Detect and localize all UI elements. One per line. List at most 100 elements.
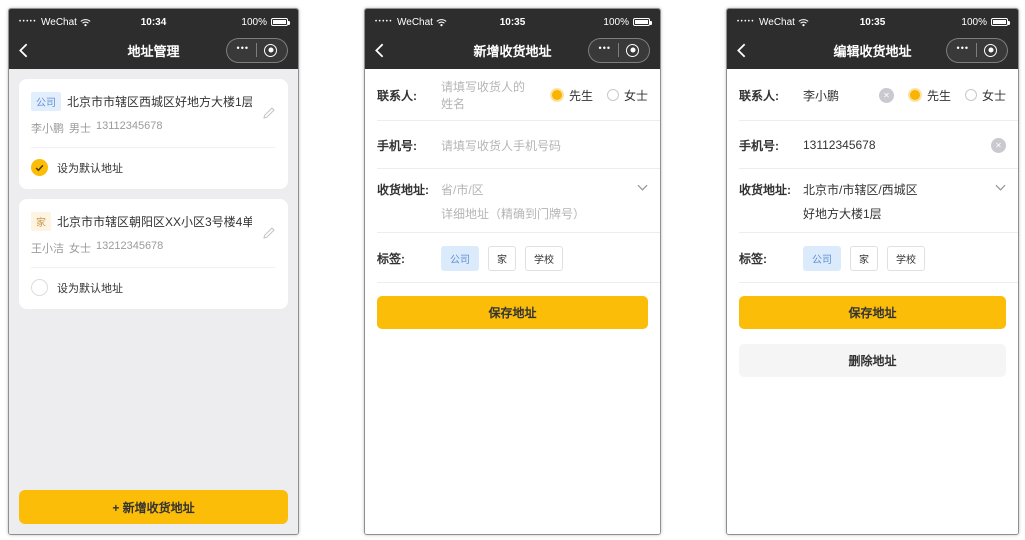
more-button[interactable]: ••• — [599, 44, 611, 56]
close-record-button[interactable] — [264, 44, 277, 57]
status-bar: ••••• WeChat 10:34 100% — [9, 9, 298, 31]
contact-row: 联系人: 请填写收货人的姓名 先生 女士 — [365, 69, 660, 121]
contact-row: 联系人: 李小鹏 ✕ 先生 女士 — [727, 69, 1018, 121]
default-checkbox-checked[interactable] — [31, 159, 48, 176]
contact-label: 联系人: — [377, 87, 441, 104]
capsule-divider — [618, 43, 619, 57]
contact-name: 王小洁 — [31, 240, 64, 256]
region-picker[interactable]: 省/市/区 — [441, 181, 629, 198]
contact-gender: 女士 — [69, 240, 91, 256]
radio-unselected-icon — [965, 89, 977, 101]
battery-percent: 100% — [241, 17, 267, 28]
save-address-button[interactable]: 保存地址 — [739, 296, 1006, 329]
detail-address-input[interactable]: 详细地址（精确到门牌号） — [441, 205, 629, 222]
more-button[interactable]: ••• — [237, 44, 249, 56]
battery-icon — [271, 18, 288, 26]
radio-selected-icon — [908, 88, 922, 102]
clear-input-icon[interactable]: ✕ — [991, 138, 1006, 153]
address-list: 公司 北京市市辖区西城区好地方大楼1层 李小鹏 男士 13112345678 设… — [9, 69, 298, 534]
radio-female[interactable]: 女士 — [607, 87, 648, 104]
capsule-divider — [256, 43, 257, 57]
tag-chip-home[interactable]: 家 — [850, 246, 878, 271]
wifi-icon — [436, 18, 447, 27]
save-address-button[interactable]: 保存地址 — [377, 296, 648, 329]
close-record-button[interactable] — [626, 44, 639, 57]
address-tag-badge: 家 — [31, 212, 51, 231]
address-label: 收货地址: — [739, 181, 803, 198]
address-text: 北京市市辖区西城区好地方大楼1层 — [67, 93, 252, 110]
phone-row: 手机号: 请填写收货人手机号码 — [365, 121, 660, 169]
address-tag-badge: 公司 — [31, 92, 61, 111]
status-time: 10:34 — [141, 17, 167, 28]
set-default-row[interactable]: 设为默认地址 — [31, 148, 276, 189]
carrier-label: WeChat — [41, 17, 77, 28]
chevron-down-icon[interactable] — [637, 181, 648, 191]
battery-percent: 100% — [603, 17, 629, 28]
radio-selected-icon — [550, 88, 564, 102]
battery-icon — [991, 18, 1008, 26]
phone-row: 手机号: 13112345678 ✕ — [727, 121, 1018, 169]
tag-chip-company[interactable]: 公司 — [803, 246, 841, 271]
phone-label: 手机号: — [739, 137, 803, 154]
contact-phone: 13212345678 — [96, 240, 163, 256]
tag-chip-school[interactable]: 学校 — [887, 246, 925, 271]
contact-name-input[interactable]: 李小鹏 — [803, 87, 871, 104]
add-address-button[interactable]: + 新增收货地址 — [19, 490, 288, 524]
set-default-label: 设为默认地址 — [57, 160, 123, 176]
address-form: 联系人: 请填写收货人的姓名 先生 女士 手机号: 请填写收货人手机号码 收货地… — [365, 69, 660, 534]
status-bar: ••••• WeChat 10:35 100% — [365, 9, 660, 31]
tags-label: 标签: — [377, 250, 441, 267]
radio-female[interactable]: 女士 — [965, 87, 1006, 104]
app-header: ••••• WeChat 10:34 100% 地址管理 ••• — [9, 9, 298, 69]
battery-percent: 100% — [961, 17, 987, 28]
address-form: 联系人: 李小鹏 ✕ 先生 女士 手机号: 13112345678 ✕ 收货地址… — [727, 69, 1018, 534]
phone-edit-address: ••••• WeChat 10:35 100% 编辑收货地址 ••• 联系人: … — [726, 8, 1019, 535]
phone-label: 手机号: — [377, 137, 441, 154]
tag-chip-company[interactable]: 公司 — [441, 246, 479, 271]
contact-name-input[interactable]: 请填写收货人的姓名 — [441, 78, 536, 112]
back-button[interactable] — [19, 43, 35, 58]
carrier-label: WeChat — [397, 17, 433, 28]
status-bar: ••••• WeChat 10:35 100% — [727, 9, 1018, 31]
nav-bar: 地址管理 ••• — [9, 31, 298, 69]
default-checkbox-unchecked[interactable] — [31, 279, 48, 296]
tags-label: 标签: — [739, 250, 803, 267]
address-label: 收货地址: — [377, 181, 441, 198]
status-time: 10:35 — [860, 17, 886, 28]
edit-address-button[interactable] — [262, 106, 276, 120]
tag-chip-home[interactable]: 家 — [488, 246, 516, 271]
phone-number-input[interactable]: 请填写收货人手机号码 — [441, 137, 648, 154]
radio-male[interactable]: 先生 — [908, 87, 951, 104]
phone-new-address: ••••• WeChat 10:35 100% 新增收货地址 ••• 联系人: … — [364, 8, 661, 535]
address-row: 收货地址: 省/市/区 详细地址（精确到门牌号） — [365, 169, 660, 233]
nav-bar: 新增收货地址 ••• — [365, 31, 660, 69]
miniprogram-capsule: ••• — [946, 38, 1008, 63]
region-picker[interactable]: 北京市/市辖区/西城区 — [803, 181, 987, 198]
signal-strength-icon: ••••• — [737, 19, 755, 25]
set-default-row[interactable]: 设为默认地址 — [31, 268, 276, 309]
contact-label: 联系人: — [739, 87, 803, 104]
tag-chip-school[interactable]: 学校 — [525, 246, 563, 271]
contact-gender: 男士 — [69, 120, 91, 136]
capsule-divider — [976, 43, 977, 57]
app-header: ••••• WeChat 10:35 100% 新增收货地址 ••• — [365, 9, 660, 69]
close-record-button[interactable] — [984, 44, 997, 57]
tags-row: 标签: 公司 家 学校 — [727, 233, 1018, 283]
page-title: 地址管理 — [127, 41, 179, 60]
miniprogram-capsule: ••• — [226, 38, 288, 63]
radio-male[interactable]: 先生 — [550, 87, 593, 104]
back-button[interactable] — [375, 43, 391, 58]
clear-input-icon[interactable]: ✕ — [879, 88, 894, 103]
edit-address-button[interactable] — [262, 226, 276, 240]
back-button[interactable] — [737, 43, 753, 58]
detail-address-input[interactable]: 好地方大楼1层 — [803, 205, 987, 222]
radio-unselected-icon — [607, 89, 619, 101]
more-button[interactable]: ••• — [957, 44, 969, 56]
wifi-icon — [80, 18, 91, 27]
chevron-down-icon[interactable] — [995, 181, 1006, 191]
phone-address-list: ••••• WeChat 10:34 100% 地址管理 ••• 公司 — [8, 8, 299, 535]
address-card: 公司 北京市市辖区西城区好地方大楼1层 李小鹏 男士 13112345678 设… — [19, 79, 288, 189]
phone-number-input[interactable]: 13112345678 — [803, 138, 983, 152]
delete-address-button[interactable]: 删除地址 — [739, 344, 1006, 377]
tags-row: 标签: 公司 家 学校 — [365, 233, 660, 283]
